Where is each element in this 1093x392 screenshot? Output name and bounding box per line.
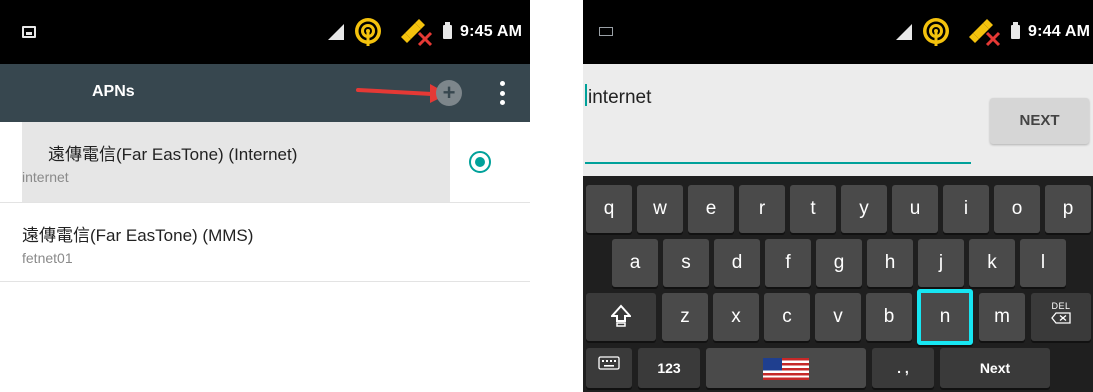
- key-r[interactable]: r: [739, 185, 785, 233]
- keyboard-settings-icon: [598, 356, 620, 370]
- key-i[interactable]: i: [943, 185, 989, 233]
- next-action-key[interactable]: Next: [940, 348, 1050, 388]
- key-e[interactable]: e: [688, 185, 734, 233]
- key-s[interactable]: s: [663, 239, 709, 287]
- screenshot-stage: 9:45 AM APNs + 遠傳電信(Far EasTone) (Intern…: [0, 0, 1093, 392]
- signal-icon: [328, 24, 344, 40]
- key-y[interactable]: y: [841, 185, 887, 233]
- apn-edit-screen: 9:44 AM internet NEXT q w e r t y u i o …: [583, 0, 1093, 392]
- apn-list-screen: 9:45 AM APNs + 遠傳電信(Far EasTone) (Intern…: [0, 0, 530, 392]
- key-w[interactable]: w: [637, 185, 683, 233]
- next-button[interactable]: NEXT: [990, 98, 1089, 144]
- key-x[interactable]: x: [713, 293, 759, 341]
- space-key[interactable]: [706, 348, 866, 388]
- key-p[interactable]: p: [1045, 185, 1091, 233]
- overflow-menu-icon[interactable]: [494, 78, 510, 108]
- gps-icon: [969, 19, 1001, 47]
- text-cursor: [585, 84, 587, 106]
- key-a[interactable]: a: [612, 239, 658, 287]
- key-h[interactable]: h: [867, 239, 913, 287]
- key-v[interactable]: v: [815, 293, 861, 341]
- battery-icon: [1011, 22, 1020, 39]
- keyboard-settings-key[interactable]: [586, 348, 632, 388]
- page-title: APNs: [92, 83, 135, 100]
- delete-key[interactable]: DEL: [1031, 293, 1091, 341]
- key-m[interactable]: m: [979, 293, 1025, 341]
- hotspot-icon: [355, 18, 381, 46]
- punctuation-key[interactable]: . ,: [872, 348, 934, 388]
- shift-icon: [611, 304, 631, 327]
- key-u[interactable]: u: [892, 185, 938, 233]
- key-b[interactable]: b: [866, 293, 912, 341]
- hotspot-icon: [923, 18, 949, 46]
- apn-text-input[interactable]: internet: [585, 84, 651, 109]
- key-g[interactable]: g: [816, 239, 862, 287]
- key-c[interactable]: c: [764, 293, 810, 341]
- key-t[interactable]: t: [790, 185, 836, 233]
- edit-area: internet NEXT: [583, 64, 1093, 176]
- key-f[interactable]: f: [765, 239, 811, 287]
- add-icon: +: [442, 80, 456, 105]
- input-underline: [585, 162, 971, 164]
- apn-input-value: internet: [588, 87, 652, 108]
- key-j[interactable]: j: [918, 239, 964, 287]
- battery-icon: [443, 22, 452, 39]
- key-n-highlighted[interactable]: n: [917, 289, 973, 345]
- key-z[interactable]: z: [662, 293, 708, 341]
- key-q[interactable]: q: [586, 185, 632, 233]
- status-icons: 9:45 AM: [327, 14, 522, 50]
- shift-key[interactable]: [586, 293, 656, 341]
- apn-value: internet: [22, 169, 69, 185]
- gps-icon: [401, 19, 433, 47]
- status-time: 9:45 AM: [460, 23, 523, 40]
- apn-list-item[interactable]: 遠傳電信(Far EasTone) (MMS) fetnet01: [0, 202, 530, 282]
- apn-name: 遠傳電信(Far EasTone) (MMS): [22, 226, 254, 245]
- image-notification-icon: [22, 26, 36, 38]
- backspace-icon: [1051, 312, 1071, 324]
- add-apn-button[interactable]: +: [436, 80, 462, 106]
- key-l[interactable]: l: [1020, 239, 1066, 287]
- key-k[interactable]: k: [969, 239, 1015, 287]
- sim-notification-icon: [599, 27, 613, 36]
- status-icons: 9:44 AM: [895, 14, 1090, 50]
- apn-name: 遠傳電信(Far EasTone) (Internet): [48, 145, 298, 164]
- delete-key-label: DEL: [1051, 301, 1071, 311]
- key-o[interactable]: o: [994, 185, 1040, 233]
- apn-list-item[interactable]: 遠傳電信(Far EasTone) (Internet) internet: [0, 122, 530, 202]
- status-bar: 9:44 AM: [583, 0, 1093, 64]
- soft-keyboard: q w e r t y u i o p a s d f g h j k l z …: [583, 176, 1093, 392]
- signal-icon: [896, 24, 912, 40]
- numbers-key[interactable]: 123: [638, 348, 700, 388]
- apn-radio-selected[interactable]: [469, 151, 491, 173]
- apn-value: fetnet01: [22, 250, 73, 266]
- key-d[interactable]: d: [714, 239, 760, 287]
- status-time: 9:44 AM: [1028, 23, 1091, 40]
- us-flag-icon: [763, 358, 809, 380]
- status-bar: 9:45 AM: [0, 0, 530, 64]
